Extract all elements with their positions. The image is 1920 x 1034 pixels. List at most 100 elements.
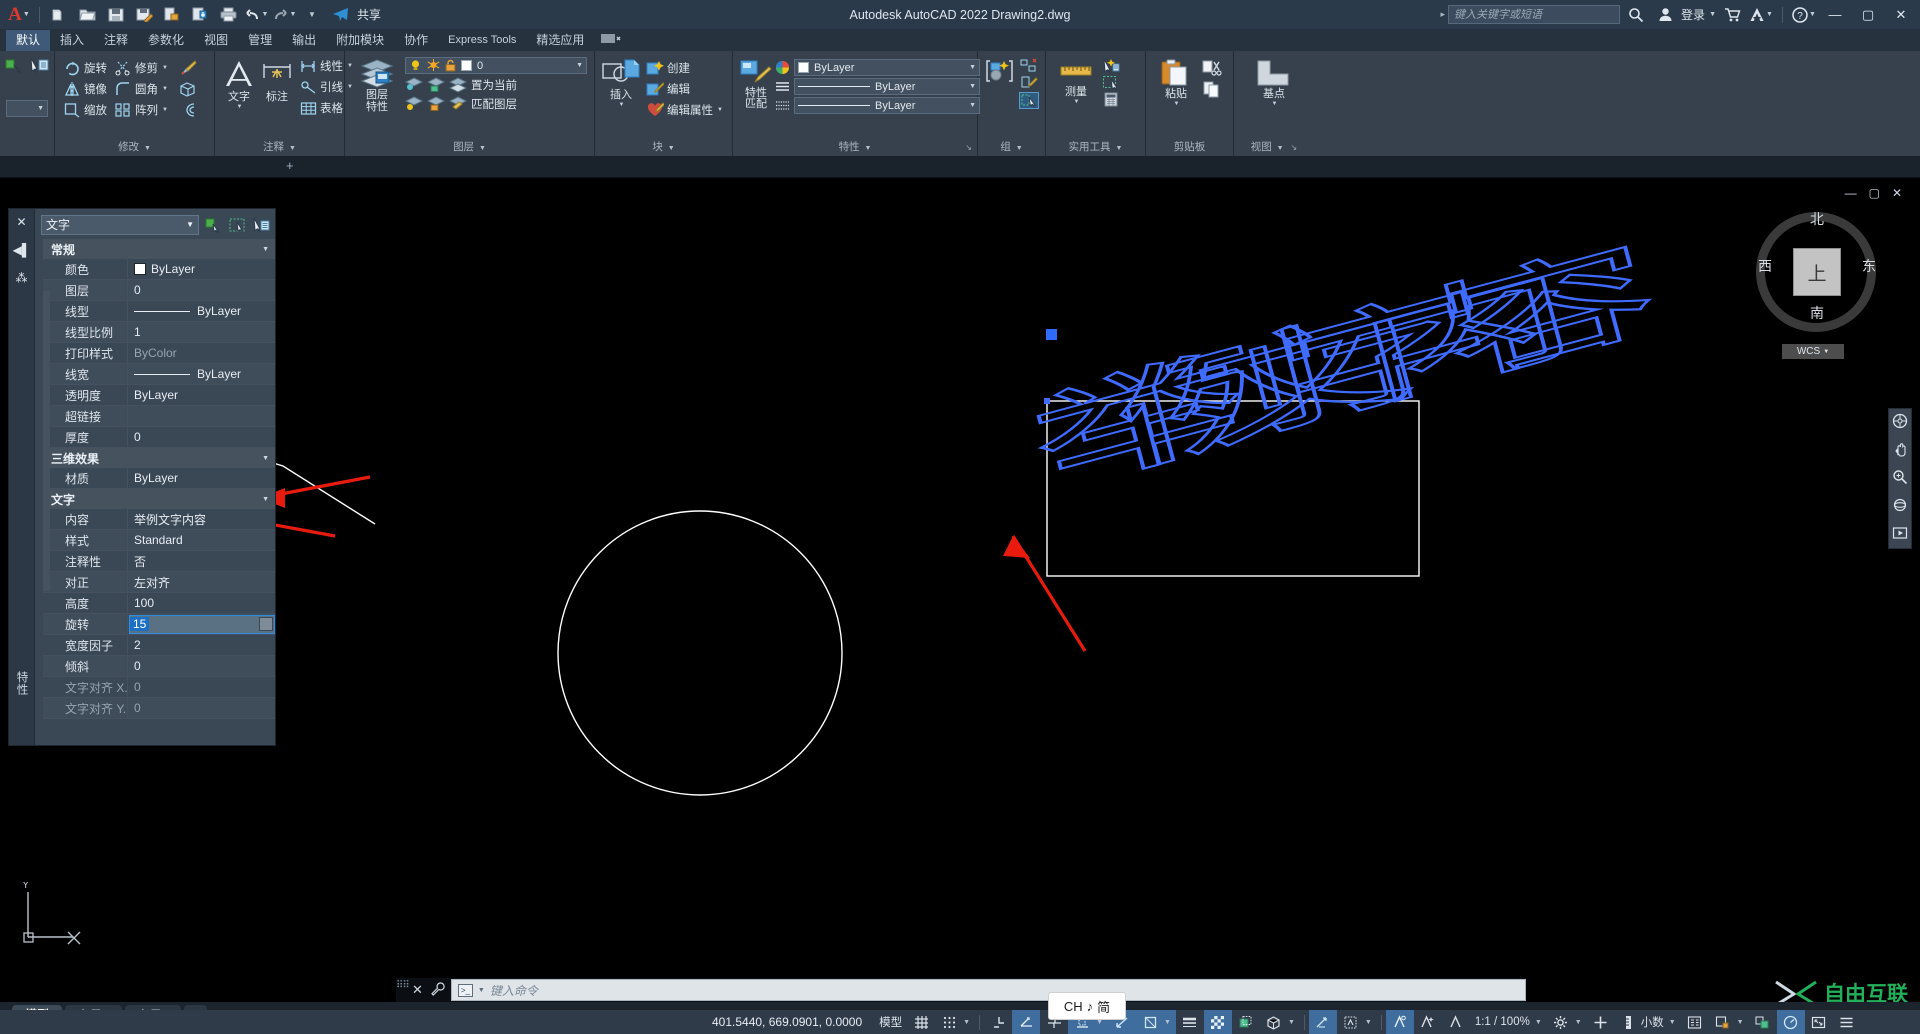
measure-chevron-down-icon[interactable]: ▼ — [1074, 99, 1080, 105]
linetype-chevron-down-icon[interactable]: ▼ — [969, 83, 976, 90]
search-icon[interactable] — [1623, 3, 1649, 27]
array-chevron-down-icon[interactable]: ▼ — [162, 107, 168, 113]
array-button[interactable]: 阵列 ▼ — [112, 100, 171, 120]
annotation-scale-sync-toggle[interactable] — [1385, 1010, 1414, 1034]
ribbon-panel-title-annotation[interactable]: 注释 ▼ — [219, 140, 340, 156]
property-value[interactable]: 15 — [127, 613, 275, 635]
ribbon-tab-express-tools[interactable]: Express Tools — [438, 30, 526, 51]
command-line-grip[interactable]: ⠿⠿ — [396, 981, 410, 999]
ucs-selector[interactable]: WCS ▼ — [1782, 344, 1844, 359]
ribbon-panel-title-properties[interactable]: 特性 ▼ ↘ — [737, 140, 973, 156]
set-current-label[interactable]: 置为当前 — [471, 77, 517, 93]
property-value[interactable]: 0 — [127, 279, 275, 301]
property-row[interactable]: 内容 举例文字内容 — [43, 508, 275, 530]
ribbon-panel-title-groups[interactable]: 组 ▼ — [982, 140, 1041, 156]
annotation-visibility-chevron-down-icon[interactable]: ▼ — [1365, 1019, 1372, 1026]
viewcube-north-label[interactable]: 北 — [1810, 209, 1824, 229]
select-all-icon[interactable] — [1102, 75, 1120, 90]
paste-chevron-down-icon[interactable]: ▼ — [1174, 101, 1180, 107]
select-object-icon[interactable] — [29, 57, 49, 75]
base-point-chevron-down-icon[interactable]: ▼ — [1272, 101, 1278, 107]
edit-attribute-button[interactable]: 编辑属性 ▼ — [643, 100, 726, 120]
new-icon[interactable] — [47, 3, 73, 27]
command-history-chevron-down-icon[interactable]: ▼ — [478, 987, 485, 994]
drawing-canvas[interactable]: + 举例文字内容 ✕ ◀▌ ⁂ 特性 文字 ▼ 常规 ▼ 颜色 ByLayer … — [0, 156, 1920, 984]
cut-icon[interactable] — [1202, 60, 1222, 77]
steering-wheel-icon[interactable] — [1892, 413, 1908, 432]
object-snap-chevron-down-icon[interactable]: ▼ — [1164, 1019, 1171, 1026]
ribbon-panel-title-modify[interactable]: 修改 ▼ — [59, 140, 210, 156]
properties-group-general[interactable]: 常规 ▼ — [43, 239, 275, 259]
object-snap-toggle[interactable]: ▼ — [1136, 1010, 1176, 1034]
open-icon[interactable] — [75, 3, 101, 27]
signin-chevron-down-icon[interactable]: ▼ — [1709, 11, 1716, 18]
command-line-customize-icon[interactable] — [429, 981, 447, 999]
property-value[interactable]: 否 — [127, 550, 275, 572]
3d-object-snap-chevron-down-icon[interactable]: ▼ — [1288, 1019, 1295, 1026]
command-prompt-icon[interactable]: >_ — [457, 983, 473, 997]
ribbon-panel-title-view[interactable]: 视图 ▼ ↘ — [1238, 140, 1310, 156]
clean-screen-toggle[interactable] — [1805, 1010, 1833, 1034]
calculator-icon[interactable] — [1102, 92, 1120, 107]
lineweight-chevron-down-icon[interactable]: ▼ — [969, 102, 976, 109]
ribbon-tab-addins[interactable]: 附加模块 — [326, 30, 394, 51]
offset-button[interactable] — [176, 100, 200, 120]
mirror-button[interactable]: 镜像 — [61, 79, 110, 99]
property-row[interactable]: 材质 ByLayer — [43, 467, 275, 489]
property-value[interactable]: ByLayer — [127, 467, 275, 489]
property-value[interactable]: ByLayer — [127, 363, 275, 385]
draw-combo[interactable]: ▼ — [6, 100, 48, 117]
property-value[interactable]: 1 — [127, 321, 275, 343]
property-value[interactable]: Standard — [127, 529, 275, 551]
3d-object-snap-toggle[interactable]: ▼ — [1260, 1010, 1300, 1034]
search-expander-icon[interactable]: ▸ — [1441, 9, 1446, 20]
group-edit-icon[interactable] — [1019, 75, 1039, 90]
object-color-chevron-down-icon[interactable]: ▼ — [969, 64, 976, 71]
share-icon[interactable] — [327, 3, 353, 27]
copy-icon[interactable] — [1202, 81, 1222, 98]
maximize-button[interactable]: ▢ — [1853, 0, 1883, 29]
app-menu-icon[interactable]: A ▼ — [6, 3, 32, 27]
grid-display-toggle[interactable] — [907, 1010, 935, 1034]
layer-color-swatch[interactable] — [461, 60, 472, 71]
linetype-combo[interactable]: ByLayer ▼ — [794, 78, 980, 95]
group-select-icon[interactable] — [1019, 92, 1039, 109]
units-button[interactable]: 小数 ▼ — [1615, 1010, 1681, 1034]
lineweight-combo[interactable]: ByLayer ▼ — [794, 97, 980, 114]
transparency-toggle[interactable] — [1203, 1010, 1232, 1034]
rotation-input[interactable]: 15 — [130, 617, 150, 631]
save-as-icon[interactable] — [131, 3, 157, 27]
ungroup-icon[interactable] — [1019, 58, 1039, 73]
quick-select-icon[interactable] — [1102, 58, 1120, 73]
base-point-button[interactable]: 基点 ▼ — [1248, 57, 1300, 109]
coordinates-display[interactable]: 401.5440, 669.0901, 0.0000 — [700, 1015, 874, 1029]
close-icon[interactable]: ✕ — [16, 215, 26, 229]
share-label[interactable]: 共享 — [357, 6, 381, 23]
plot-from-web-icon[interactable] — [159, 3, 185, 27]
properties-group-3d-effects[interactable]: 三维效果 ▼ — [43, 448, 275, 468]
snap-mode-toggle[interactable]: ▼ — [935, 1010, 975, 1034]
property-row[interactable]: 样式 Standard — [43, 529, 275, 551]
text-chevron-down-icon[interactable]: ▼ — [237, 104, 243, 110]
ribbon-panel-expander-icon[interactable] — [594, 30, 628, 51]
insert-block-chevron-down-icon[interactable]: ▼ — [619, 102, 625, 108]
create-block-button[interactable]: 创建 — [643, 58, 726, 78]
save-icon[interactable] — [103, 3, 129, 27]
text-button[interactable]: 文字 ▼ — [221, 56, 257, 112]
object-color-combo[interactable]: ByLayer ▼ — [794, 59, 980, 76]
annotation-add-scale-button[interactable] — [1414, 1010, 1442, 1034]
properties-scrollbar[interactable] — [43, 291, 50, 591]
units-chevron-down-icon[interactable]: ▼ — [1669, 1019, 1676, 1026]
property-value[interactable]: ByLayer — [127, 258, 275, 280]
command-line-close-icon[interactable]: ✕ — [410, 982, 425, 998]
properties-dialog-launcher-icon[interactable]: ↘ — [965, 141, 972, 155]
property-row[interactable]: 宽度因子 2 — [43, 634, 275, 656]
edit-attribute-chevron-down-icon[interactable]: ▼ — [717, 107, 723, 113]
ortho-mode-toggle[interactable] — [984, 1010, 1012, 1034]
ribbon-tab-default[interactable]: 默认 — [6, 29, 51, 51]
close-button[interactable]: ✕ — [1886, 0, 1916, 29]
customize-status-button[interactable] — [1587, 1010, 1615, 1034]
view-dialog-launcher-icon[interactable]: ↘ — [1291, 143, 1298, 152]
dimension-button[interactable]: 标注 — [259, 56, 295, 105]
annotation-scale-chevron-down-icon[interactable]: ▼ — [1535, 1019, 1542, 1026]
